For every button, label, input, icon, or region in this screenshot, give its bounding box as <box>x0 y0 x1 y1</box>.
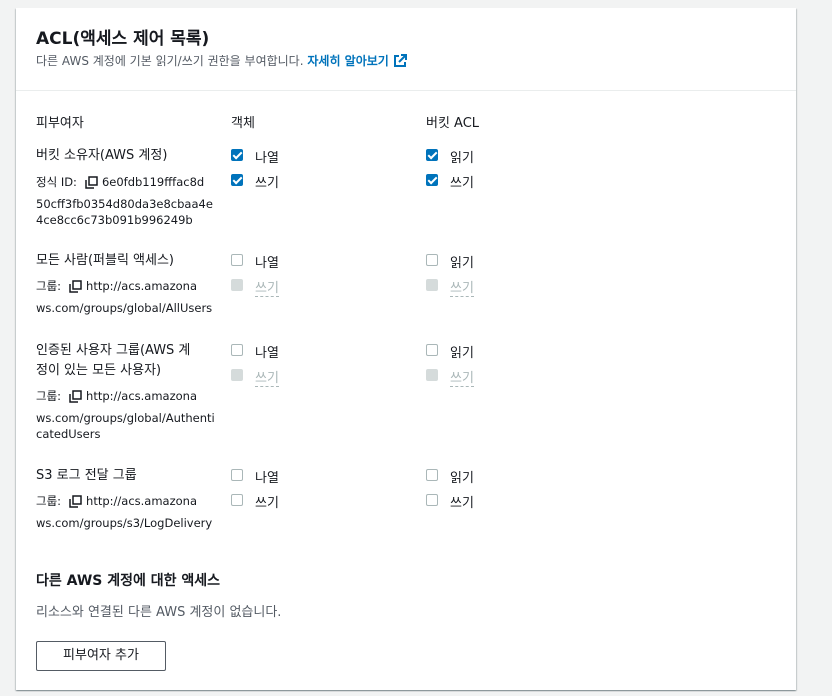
description-text: 다른 AWS 계정에 기본 읽기/쓰기 권한을 부여합니다. <box>36 54 304 68</box>
external-link-icon <box>393 54 407 71</box>
grantee-id-value-line: ws.com/groups/global/Authenti <box>36 411 215 425</box>
panel-header: ACL(액세스 제어 목록) 다른 AWS 계정에 기본 읽기/쓰기 권한을 부… <box>16 8 796 91</box>
checkbox-disabled <box>231 369 243 381</box>
checkbox-unchecked[interactable] <box>426 469 438 481</box>
checkbox-label: 쓰기 <box>255 367 279 387</box>
grantee-name-line: 정이 있는 모든 사용자) <box>36 363 162 378</box>
grantee-name: 인증된 사용자 그룹(AWS 계 <box>36 343 191 358</box>
grantee-id-value-line: 4ce8cc6c73b091b996249b <box>36 213 193 227</box>
checkbox-label: 나열 <box>255 346 279 361</box>
other-accounts-title: 다른 AWS 계정에 대한 액세스 <box>36 573 221 589</box>
learn-more-label: 자세히 알아보기 <box>307 54 389 68</box>
checkbox-checked[interactable] <box>231 174 243 186</box>
checkbox-label: 나열 <box>255 256 279 271</box>
checkbox-label: 읽기 <box>450 346 474 361</box>
checkbox-disabled <box>426 369 438 381</box>
checkbox-label: 읽기 <box>450 256 474 271</box>
checkbox-unchecked[interactable] <box>231 469 243 481</box>
grantee-id: 그룹: http://acs.amazona <box>36 386 197 409</box>
grantee-name: S3 로그 전달 그룹 <box>36 468 137 483</box>
grantee-id-value-line: catedUsers <box>36 427 101 441</box>
grantee-id: 그룹: http://acs.amazona <box>36 491 197 514</box>
grantee-name: 버킷 소유자(AWS 계정) <box>36 148 168 163</box>
acl-panel: ACL(액세스 제어 목록) 다른 AWS 계정에 기본 읽기/쓰기 권한을 부… <box>16 8 796 690</box>
checkbox-label: 쓰기 <box>255 176 279 191</box>
checkbox-label: 쓰기 <box>450 367 474 387</box>
grantee-id-value: http://acs.amazona <box>86 389 197 403</box>
checkbox-unchecked[interactable] <box>426 494 438 506</box>
checkbox-checked[interactable] <box>426 174 438 186</box>
checkbox-unchecked[interactable] <box>231 254 243 266</box>
checkbox-label: 나열 <box>255 151 279 166</box>
learn-more-link[interactable]: 자세히 알아보기 <box>307 54 407 71</box>
checkbox-checked[interactable] <box>426 149 438 161</box>
grantee-id-value-line: ws.com/groups/global/AllUsers <box>36 301 213 315</box>
grantee-id-value: http://acs.amazona <box>86 279 197 293</box>
checkbox-label: 쓰기 <box>255 277 279 297</box>
grantee-id-label: 그룹: <box>36 494 62 508</box>
checkbox-unchecked[interactable] <box>426 254 438 266</box>
grantee-id-label: 그룹: <box>36 279 62 293</box>
checkbox-label: 나열 <box>255 471 279 486</box>
copy-icon[interactable] <box>85 175 98 195</box>
grantee-name: 모든 사람(퍼블릭 액세스) <box>36 253 175 268</box>
checkbox-label: 쓰기 <box>255 496 279 511</box>
column-header-grantee: 피부여자 <box>36 116 84 131</box>
other-accounts-description: 리소스와 연결된 다른 AWS 계정이 없습니다. <box>36 605 282 620</box>
grantee-id-value: http://acs.amazona <box>86 494 197 508</box>
checkbox-label: 쓰기 <box>450 176 474 191</box>
grantee-id-value-line: 50cff3fb0354d80da3e8cbaa4e <box>36 197 213 211</box>
checkbox-unchecked[interactable] <box>231 344 243 356</box>
copy-icon[interactable] <box>69 494 82 514</box>
column-header-object: 객체 <box>231 116 255 131</box>
grantee-id: 정식 ID: 6e0fdb119fffac8d <box>36 172 204 195</box>
add-grantee-button[interactable]: 피부여자 추가 <box>36 641 166 671</box>
grantee-id-label: 그룹: <box>36 389 62 403</box>
column-header-bucket-acl: 버킷 ACL <box>426 116 480 131</box>
checkbox-label: 읽기 <box>450 151 474 166</box>
grantee-id-value: 6e0fdb119fffac8d <box>101 175 205 189</box>
panel-title: ACL(액세스 제어 목록) <box>36 29 210 49</box>
copy-icon[interactable] <box>69 279 82 299</box>
panel-description: 다른 AWS 계정에 기본 읽기/쓰기 권한을 부여합니다. 자세히 알아보기 <box>36 52 407 71</box>
checkbox-checked[interactable] <box>231 149 243 161</box>
checkbox-disabled <box>231 279 243 291</box>
copy-icon[interactable] <box>69 389 82 409</box>
checkbox-disabled <box>426 279 438 291</box>
checkbox-label: 쓰기 <box>450 277 474 297</box>
grantee-id: 그룹: http://acs.amazona <box>36 276 197 299</box>
checkbox-label: 쓰기 <box>450 496 474 511</box>
grantee-id-value-line: ws.com/groups/s3/LogDelivery <box>36 516 213 530</box>
checkbox-unchecked[interactable] <box>231 494 243 506</box>
grantee-id-label: 정식 ID: <box>36 175 77 189</box>
checkbox-label: 읽기 <box>450 471 474 486</box>
checkbox-unchecked[interactable] <box>426 344 438 356</box>
